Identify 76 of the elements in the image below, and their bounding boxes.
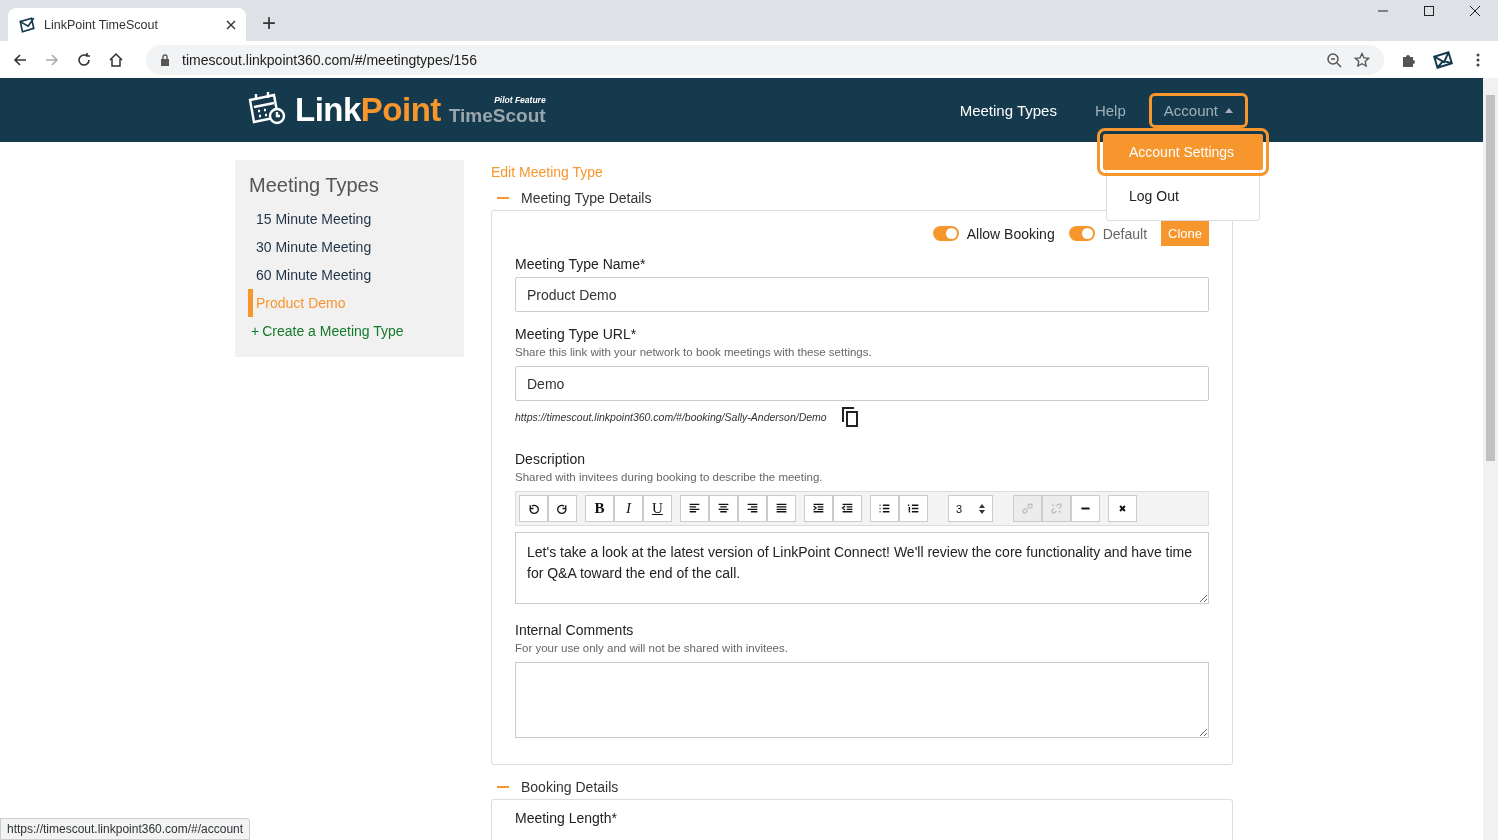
sidebar-title: Meeting Types — [248, 174, 380, 198]
indent-icon — [812, 502, 825, 515]
font-size-select[interactable]: 3 — [948, 495, 993, 522]
field-hint: For your use only and will not be shared with invitees. — [515, 642, 789, 654]
editor-button[interactable] — [548, 495, 577, 522]
address-bar[interactable]: timescout.linkpoint360.com/#/meetingtypes/156 — [146, 44, 1384, 75]
back-arrow-icon[interactable] — [12, 51, 28, 68]
field-label: Description — [515, 451, 587, 467]
sidebar-item[interactable]: 60 Minute Meeting — [248, 261, 464, 289]
editor-button[interactable]: I — [614, 495, 643, 522]
maximize-icon[interactable] — [1423, 5, 1435, 17]
nav-link[interactable]: Help — [1079, 92, 1141, 128]
description-textarea[interactable]: Let's take a look at the latest version of LinkPoint Connect! We'll review the core functionality and have time for Q&A toward the end of the call. — [515, 532, 1209, 604]
editor-button[interactable] — [680, 495, 709, 522]
align-center-icon — [717, 502, 730, 515]
field-label: Meeting Type Name* — [515, 256, 647, 272]
justify-icon — [775, 502, 788, 515]
toggle-label: Allow Booking — [966, 225, 1055, 242]
sidebar-item[interactable]: 15 Minute Meeting — [248, 205, 464, 233]
page-title: Edit Meeting Type — [491, 164, 604, 180]
product-name: TimeScout — [448, 105, 546, 127]
section-heading: Booking Details — [521, 779, 619, 795]
editor-button[interactable] — [738, 495, 767, 522]
editor-button[interactable]: B — [585, 495, 614, 522]
pilot-feature-label: Pilot Feature — [494, 95, 546, 105]
field-hint: Share this link with your network to book meetings with these settings. — [515, 346, 873, 358]
new-tab-button[interactable]: + — [262, 11, 276, 35]
editor-button[interactable]: U — [643, 495, 672, 522]
toggle-switch[interactable] — [932, 226, 959, 241]
align-left-icon — [688, 502, 701, 515]
input-field[interactable]: Demo — [515, 366, 1209, 401]
nav-link[interactable]: Meeting Types — [944, 92, 1072, 128]
create-link[interactable]: + Create a Meeting Type — [235, 317, 464, 345]
envelope-icon — [18, 15, 36, 34]
close-icon[interactable] — [226, 19, 236, 30]
unlink-icon — [1050, 502, 1063, 515]
scrollbar[interactable] — [1483, 78, 1498, 840]
status-url: https://timescout.linkpoint360.com/#/account — [0, 818, 251, 840]
input-field[interactable]: Product Demo — [515, 277, 1209, 312]
section-heading: Meeting Type Details — [521, 190, 652, 206]
numbered-list-icon — [907, 502, 920, 515]
logo-wordmark: LinkPoint — [295, 91, 441, 129]
editor-button[interactable] — [767, 495, 796, 522]
align-right-icon — [746, 502, 759, 515]
menu-item[interactable]: Log Out — [1107, 177, 1259, 214]
zoom-out-icon[interactable] — [1326, 51, 1342, 68]
field-label: Internal Comments — [515, 622, 635, 638]
spinner-arrows-icon — [979, 503, 985, 514]
field-label: Meeting Length* — [515, 810, 618, 826]
editor-button[interactable] — [519, 495, 548, 522]
booking-link[interactable]: https://timescout.linkpoint360.com/#/booking/Sally-Anderson/Demo — [515, 411, 827, 423]
close-icon[interactable] — [1469, 5, 1481, 17]
home-icon[interactable] — [108, 51, 124, 68]
editor-button[interactable] — [870, 495, 899, 522]
lock-icon — [160, 53, 170, 66]
redo-icon — [556, 502, 569, 515]
outdent-icon — [841, 502, 854, 515]
field-label: Meeting Type URL* — [515, 326, 638, 342]
star-icon[interactable] — [1354, 51, 1370, 68]
editor-button[interactable] — [804, 495, 833, 522]
copy-icon[interactable] — [840, 407, 859, 427]
browser-tab[interactable]: LinkPoint TimeScout — [8, 8, 246, 41]
field-hint: Shared with invitees during booking to describe the meeting. — [515, 471, 824, 483]
toggle-switch[interactable] — [1068, 226, 1095, 241]
editor-button[interactable] — [1108, 495, 1137, 522]
sidebar-item[interactable]: 30 Minute Meeting — [248, 233, 464, 261]
editor-button[interactable] — [833, 495, 862, 522]
undo-icon — [527, 502, 540, 515]
nav-link[interactable]: Account — [1148, 92, 1248, 128]
caret-icon — [1225, 107, 1233, 113]
envelope-icon[interactable] — [1432, 48, 1454, 71]
link-icon — [1021, 502, 1034, 515]
toggle-label: Default — [1102, 225, 1148, 242]
editor-button[interactable] — [709, 495, 738, 522]
reload-icon[interactable] — [76, 51, 92, 68]
editor-button[interactable] — [899, 495, 928, 522]
